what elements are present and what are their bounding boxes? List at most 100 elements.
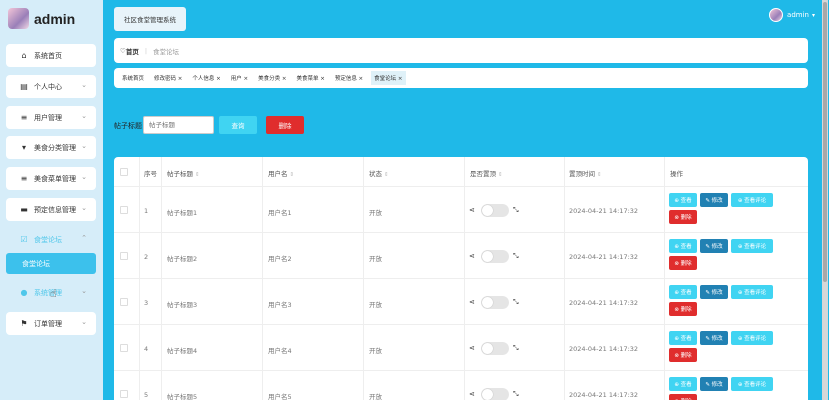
- table-row: 1 帖子标题1 用户名1 开放 ⋖ ⤡ 2024-04-21 14:17:32 …: [114, 187, 808, 233]
- tab-password[interactable]: 修改密码 ×: [152, 72, 184, 84]
- tab-home[interactable]: 系统首页: [120, 72, 146, 84]
- brand-name: admin: [34, 10, 76, 27]
- row-checkbox[interactable]: [120, 298, 128, 306]
- sidebar-subitem-forum[interactable]: 食堂论坛: [6, 253, 96, 274]
- sidebar-item-food-category[interactable]: ▾ 美食分类管理 ⌄: [6, 136, 96, 159]
- tab-food-category[interactable]: 美食分类 ×: [256, 72, 288, 84]
- expand-icon: ⤡: [513, 298, 519, 306]
- pin-toggle[interactable]: [481, 296, 509, 309]
- search-label: 帖子标题: [114, 122, 142, 130]
- search-input[interactable]: [143, 116, 214, 134]
- col-user[interactable]: 用户名 ⇕: [268, 168, 294, 178]
- sort-icon: ⇕: [597, 172, 602, 178]
- view-comments-button[interactable]: ⊕ 查看评论: [731, 377, 773, 391]
- select-all-checkbox[interactable]: [120, 168, 128, 176]
- row-delete-button[interactable]: ⊗ 删除: [669, 302, 697, 316]
- cell-index: 5: [144, 391, 149, 399]
- cell-title: 帖子标题5: [167, 393, 198, 400]
- cell-time: 2024-04-21 14:17:32: [569, 345, 639, 353]
- sidebar-item-food-menu[interactable]: ≡ 美食菜单管理 ⌄: [6, 167, 96, 190]
- col-pinned[interactable]: 是否置顶 ⇕: [470, 168, 503, 178]
- expand-icon: ⤡: [513, 252, 519, 260]
- breadcrumb-home[interactable]: 首页: [126, 46, 139, 56]
- row-checkbox[interactable]: [120, 390, 128, 398]
- view-comments-button[interactable]: ⊕ 查看评论: [731, 239, 773, 253]
- cell-status: 开放: [369, 347, 382, 355]
- user-icon: ●: [20, 288, 28, 297]
- cell-index: 3: [144, 299, 149, 307]
- row-checkbox[interactable]: [120, 344, 128, 352]
- cell-index: 4: [144, 345, 149, 353]
- tab-profile[interactable]: 个人信息 ×: [190, 72, 222, 84]
- tab-forum[interactable]: 食堂论坛 ×: [371, 71, 406, 85]
- row-delete-button[interactable]: ⊗ 删除: [669, 348, 697, 362]
- scrollbar-thumb[interactable]: [823, 2, 827, 282]
- cell-title: 帖子标题3: [167, 301, 198, 309]
- pin-toggle[interactable]: [481, 204, 509, 217]
- cell-title: 帖子标题1: [167, 209, 198, 217]
- chevron-down-icon: ⌄: [81, 81, 87, 89]
- view-button[interactable]: ⊕ 查看: [669, 285, 697, 299]
- view-comments-button[interactable]: ⊕ 查看评论: [731, 193, 773, 207]
- col-status[interactable]: 状态 ⇕: [369, 168, 389, 178]
- col-actions: 操作: [670, 170, 683, 178]
- edit-button[interactable]: ✎ 修改: [700, 285, 728, 299]
- sidebar-item-label: 预定信息管理: [34, 205, 76, 214]
- col-pin-time[interactable]: 置顶时间 ⇕: [569, 168, 602, 178]
- cell-user: 用户名4: [268, 347, 292, 355]
- view-button[interactable]: ⊕ 查看: [669, 331, 697, 345]
- view-button[interactable]: ⊕ 查看: [669, 377, 697, 391]
- table-row: 2 帖子标题2 用户名2 开放 ⋖ ⤡ 2024-04-21 14:17:32 …: [114, 233, 808, 279]
- page-scrollbar[interactable]: [822, 0, 828, 400]
- edit-button[interactable]: ✎ 修改: [700, 377, 728, 391]
- view-comments-button[interactable]: ⊕ 查看评论: [731, 331, 773, 345]
- edit-button[interactable]: ✎ 修改: [700, 239, 728, 253]
- cell-user: 用户名5: [268, 393, 292, 400]
- sidebar-item-home[interactable]: ⌂ 系统首页: [6, 44, 96, 67]
- sidebar-item-label: 系统首页: [34, 51, 62, 60]
- chevron-down-icon: ⌄: [81, 318, 87, 326]
- pin-toggle[interactable]: [481, 250, 509, 263]
- chevron-down-icon: ⌄: [81, 287, 87, 295]
- col-title[interactable]: 帖子标题 ⇕: [167, 168, 200, 178]
- row-checkbox[interactable]: [120, 252, 128, 260]
- delete-button[interactable]: 删除: [266, 116, 304, 134]
- view-button[interactable]: ⊕ 查看: [669, 239, 697, 253]
- expand-icon: ⤡: [513, 390, 519, 398]
- tab-food-menu[interactable]: 美食菜单 ×: [294, 72, 326, 84]
- edit-button[interactable]: ✎ 修改: [700, 331, 728, 345]
- sidebar-item-label: 个人中心: [34, 82, 62, 91]
- view-comments-button[interactable]: ⊕ 查看评论: [731, 285, 773, 299]
- sidebar-item-reservation[interactable]: ▬ 预定信息管理 ⌄: [6, 198, 96, 221]
- chevron-down-icon: ⌄: [81, 204, 87, 212]
- share-icon: ⋖: [469, 206, 475, 214]
- row-delete-button[interactable]: ⊗ 删除: [669, 394, 697, 400]
- sidebar-item-label: 食堂论坛: [34, 235, 62, 244]
- cell-time: 2024-04-21 14:17:32: [569, 207, 639, 215]
- caret-down-icon: ▾: [811, 11, 815, 19]
- tab-reservation[interactable]: 预定信息 ×: [333, 72, 365, 84]
- col-user-label: 用户名: [268, 170, 288, 178]
- edit-button[interactable]: ✎ 修改: [700, 193, 728, 207]
- col-pinned-label: 是否置顶: [470, 170, 496, 178]
- user-menu[interactable]: admin ▾: [769, 8, 815, 22]
- query-button[interactable]: 查询: [219, 116, 257, 134]
- row-delete-button[interactable]: ⊗ 删除: [669, 256, 697, 270]
- cell-title: 帖子标题4: [167, 347, 198, 355]
- pin-toggle[interactable]: [481, 388, 509, 400]
- sort-icon: ⇕: [195, 172, 200, 178]
- sidebar-item-profile[interactable]: ▤ 个人中心 ⌄: [6, 75, 96, 98]
- sidebar-item-forum[interactable]: ☑ 食堂论坛 ⌃: [6, 228, 96, 251]
- table-row: 4 帖子标题4 用户名4 开放 ⋖ ⤡ 2024-04-21 14:17:32 …: [114, 325, 808, 371]
- col-title-label: 帖子标题: [167, 170, 193, 178]
- pin-toggle[interactable]: [481, 342, 509, 355]
- tab-users[interactable]: 用户 ×: [229, 72, 250, 84]
- row-delete-button[interactable]: ⊗ 删除: [669, 210, 697, 224]
- sidebar-item-users[interactable]: ≡ 用户管理 ⌄: [6, 106, 96, 129]
- cell-time: 2024-04-21 14:17:32: [569, 253, 639, 261]
- cell-user: 用户名1: [268, 209, 292, 217]
- view-button[interactable]: ⊕ 查看: [669, 193, 697, 207]
- row-checkbox[interactable]: [120, 206, 128, 214]
- table-row: 3 帖子标题3 用户名3 开放 ⋖ ⤡ 2024-04-21 14:17:32 …: [114, 279, 808, 325]
- sidebar-item-orders[interactable]: ⚑ 订单管理 ⌄: [6, 312, 96, 335]
